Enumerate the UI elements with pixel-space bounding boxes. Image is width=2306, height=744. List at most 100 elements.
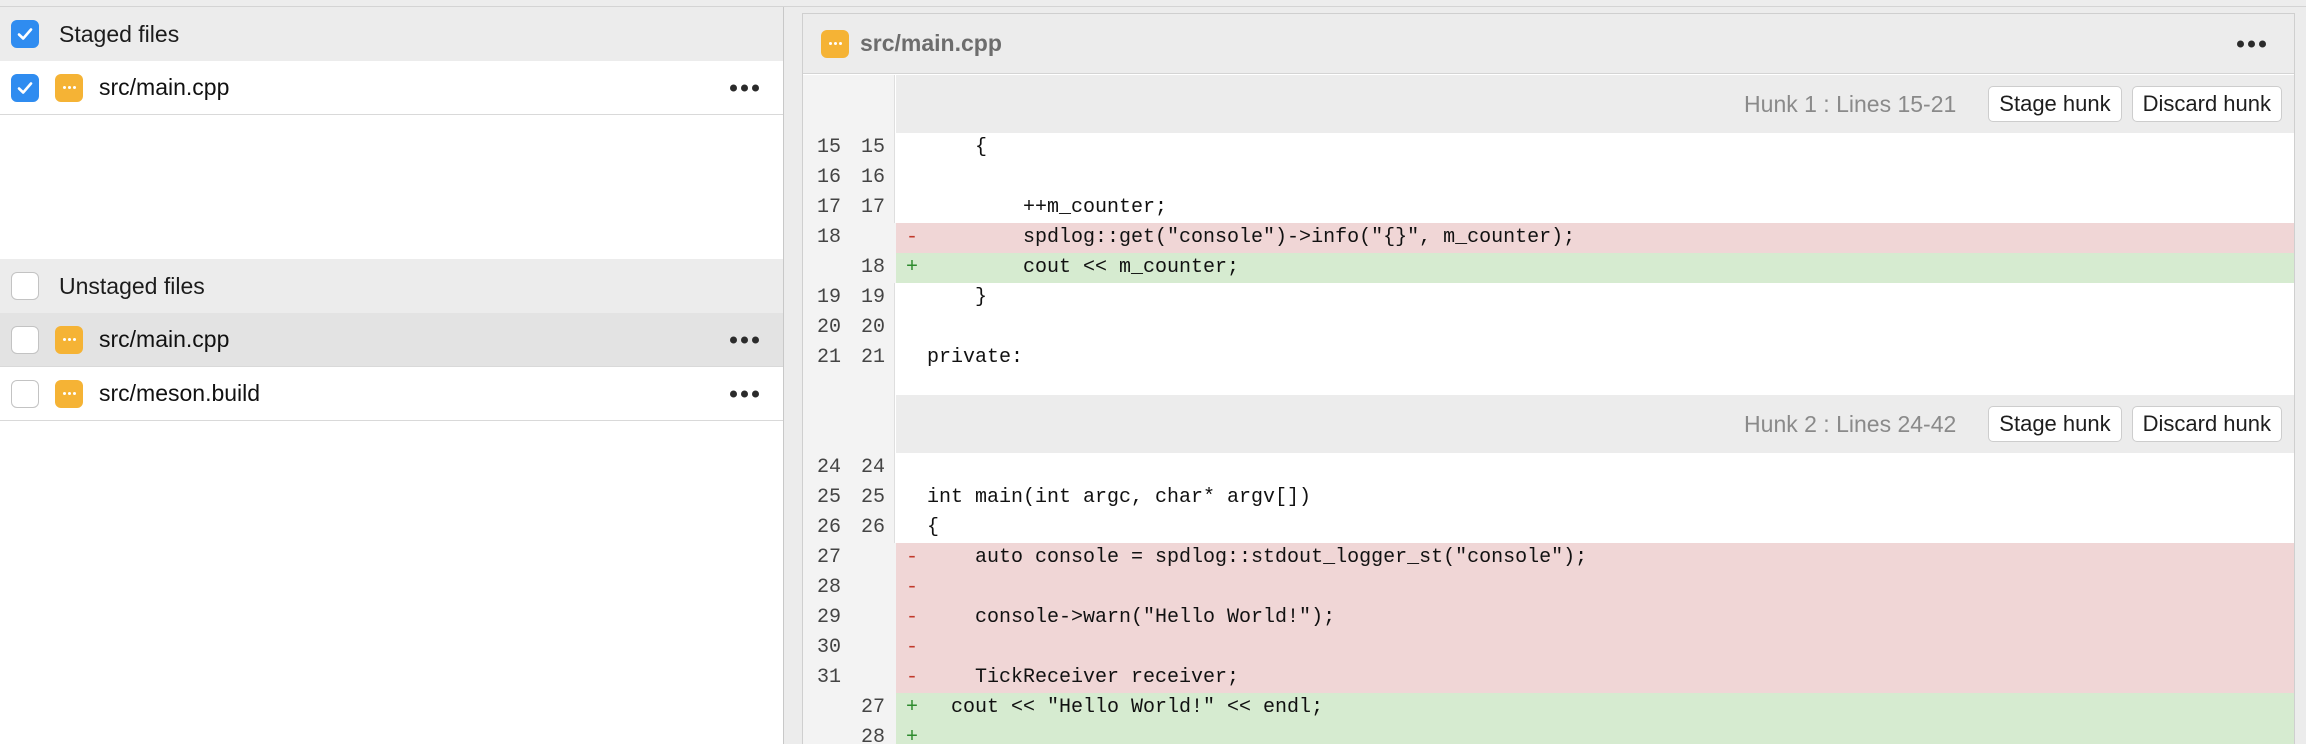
discard-hunk-button[interactable]: Discard hunk xyxy=(2131,406,2282,442)
added-line[interactable]: 28 + xyxy=(803,723,2294,744)
context-line[interactable]: 19 19 } xyxy=(803,283,2294,313)
diff-sign: - xyxy=(906,226,919,249)
stage-hunk-button[interactable]: Stage hunk xyxy=(1988,86,2122,122)
line-gutter: 28 xyxy=(803,723,896,744)
unstaged-file-row[interactable]: src/meson.build xyxy=(0,367,783,421)
modified-file-icon xyxy=(55,73,83,102)
line-gutter: 17 17 xyxy=(803,193,896,223)
new-line-number: 15 xyxy=(860,136,885,159)
code-text: { xyxy=(927,516,940,539)
new-line-number: 28 xyxy=(860,726,885,744)
file-list-panel: Staged files src/main.cpp Unstaged files… xyxy=(0,7,784,744)
code-text: spdlog::get("console")->info("{}", m_cou… xyxy=(927,226,1576,249)
file-more-options-button[interactable] xyxy=(724,384,765,403)
modified-file-icon xyxy=(821,29,849,58)
stage-hunk-button[interactable]: Stage hunk xyxy=(1988,406,2122,442)
new-line-number: 17 xyxy=(860,196,885,219)
context-line[interactable]: 16 16 xyxy=(803,163,2294,193)
line-gutter: 21 21 xyxy=(803,343,896,373)
old-line-number: 19 xyxy=(816,286,841,309)
diff-more-options-button[interactable] xyxy=(2231,34,2272,53)
old-line-number: 15 xyxy=(816,136,841,159)
code-text: } xyxy=(927,286,988,309)
line-gutter: 20 20 xyxy=(803,313,896,343)
file-stage-checkbox[interactable] xyxy=(11,325,39,354)
window-top-strip xyxy=(0,0,2306,7)
panel-divider[interactable] xyxy=(784,7,802,744)
old-line-number: 30 xyxy=(816,636,841,659)
added-line[interactable]: 18 + cout << m_counter; xyxy=(803,253,2294,283)
old-line-number: 21 xyxy=(816,346,841,369)
diff-sign: - xyxy=(906,546,919,569)
code-text: { xyxy=(927,136,988,159)
new-line-number: 21 xyxy=(860,346,885,369)
staged-files-header: Staged files xyxy=(0,7,783,61)
file-name: src/main.cpp xyxy=(99,326,230,352)
diff-sign: - xyxy=(906,606,919,629)
code-text: TickReceiver receiver; xyxy=(927,666,1240,689)
line-gutter: 28 xyxy=(803,573,896,603)
old-line-number: 17 xyxy=(816,196,841,219)
code-text: int main(int argc, char* argv[]) xyxy=(927,486,1312,509)
context-line[interactable]: 25 25 int main(int argc, char* argv[]) xyxy=(803,483,2294,513)
line-gutter: 18 xyxy=(803,223,896,253)
hunk-label: Hunk 2 : Lines 24-42 xyxy=(1744,410,1957,437)
diff-viewer: src/main.cpp Hunk 1 : Lines 15-21 Stage h… xyxy=(802,13,2295,744)
removed-line[interactable]: 27 - auto console = spdlog::stdout_logger… xyxy=(803,543,2294,573)
old-line-number: 28 xyxy=(816,576,841,599)
unstaged-files-label: Unstaged files xyxy=(59,272,205,299)
line-gutter: 31 xyxy=(803,663,896,693)
modified-file-icon xyxy=(55,379,83,408)
staged-files-label: Staged files xyxy=(59,20,180,47)
new-line-number: 26 xyxy=(860,516,885,539)
code-text: cout << m_counter; xyxy=(927,256,1240,279)
old-line-number: 24 xyxy=(816,456,841,479)
checkmark-icon xyxy=(17,28,33,40)
line-gutter: 19 19 xyxy=(803,283,896,313)
old-line-number: 16 xyxy=(816,166,841,189)
unstaged-files-checkbox[interactable] xyxy=(11,272,39,300)
line-gutter: 27 xyxy=(803,543,896,573)
file-stage-checkbox[interactable] xyxy=(11,379,39,408)
added-line[interactable]: 27 + cout << "Hello World!" << endl; xyxy=(803,693,2294,723)
context-line[interactable]: 26 26 { xyxy=(803,513,2294,543)
code-text: private: xyxy=(927,346,1024,369)
staged-file-row[interactable]: src/main.cpp xyxy=(0,61,783,115)
code-text: ++m_counter; xyxy=(927,196,1168,219)
old-line-number: 20 xyxy=(816,316,841,339)
old-line-number: 25 xyxy=(816,486,841,509)
new-line-number: 18 xyxy=(860,256,885,279)
diff-sign: - xyxy=(906,576,919,599)
line-gutter: 15 15 xyxy=(803,133,896,163)
line-gutter: 18 xyxy=(803,253,896,283)
unstaged-file-row[interactable]: src/main.cpp xyxy=(0,313,783,367)
file-more-options-button[interactable] xyxy=(724,330,765,349)
context-line[interactable]: 24 24 xyxy=(803,453,2294,483)
file-more-options-button[interactable] xyxy=(724,78,765,97)
removed-line[interactable]: 28 - xyxy=(803,573,2294,603)
code-text: cout << "Hello World!" << endl; xyxy=(927,696,1324,719)
discard-hunk-button[interactable]: Discard hunk xyxy=(2131,86,2282,122)
hunk-header: Hunk 2 : Lines 24-42 Stage hunk Discard hu… xyxy=(803,395,2294,453)
context-line[interactable]: 20 20 xyxy=(803,313,2294,343)
modified-file-icon xyxy=(55,325,83,354)
file-stage-checkbox[interactable] xyxy=(11,73,39,102)
diff-file-title: src/main.cpp xyxy=(860,30,1002,56)
old-line-number: 27 xyxy=(816,546,841,569)
diff-sign: - xyxy=(906,666,919,689)
removed-line[interactable]: 18 - spdlog::get("console")->info("{}", m… xyxy=(803,223,2294,253)
line-gutter: 24 24 xyxy=(803,453,896,483)
context-line[interactable]: 17 17 ++m_counter; xyxy=(803,193,2294,223)
removed-line[interactable]: 30 - xyxy=(803,633,2294,663)
diff-sign: + xyxy=(906,256,919,279)
diff-sign: - xyxy=(906,636,919,659)
context-line[interactable]: 21 21 private: xyxy=(803,343,2294,373)
staged-files-checkbox[interactable] xyxy=(11,20,39,48)
removed-line[interactable]: 31 - TickReceiver receiver; xyxy=(803,663,2294,693)
new-line-number: 16 xyxy=(860,166,885,189)
context-line[interactable]: 15 15 { xyxy=(803,133,2294,163)
removed-line[interactable]: 29 - console->warn("Hello World!"); xyxy=(803,603,2294,633)
new-line-number: 19 xyxy=(860,286,885,309)
diff-file-header: src/main.cpp xyxy=(803,14,2294,74)
git-staging-window: Staged files src/main.cpp Unstaged files… xyxy=(0,0,2306,744)
